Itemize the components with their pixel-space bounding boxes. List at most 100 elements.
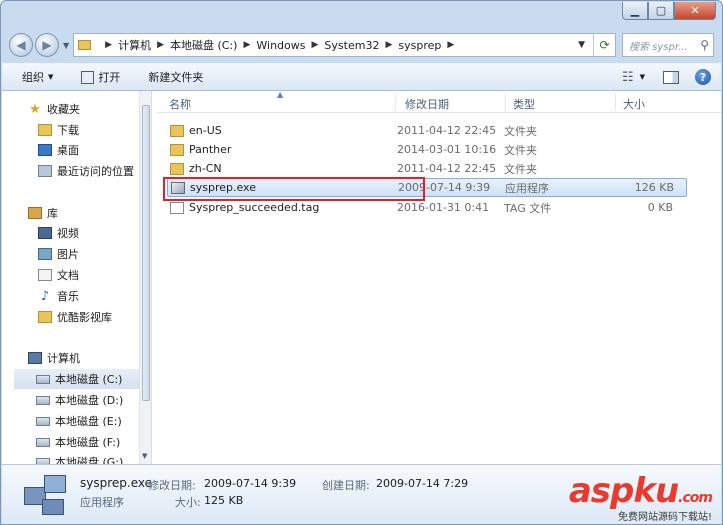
nav-item-desktop[interactable]: 桌面 (38, 140, 79, 160)
chevron-right-icon[interactable]: ▶ (447, 40, 454, 50)
nav-item-drive-d[interactable]: 本地磁盘 (D:) (36, 390, 123, 410)
help-icon[interactable]: ? (695, 69, 711, 85)
nav-label: 下载 (57, 124, 79, 137)
new-folder-button[interactable]: 新建文件夹 (148, 69, 203, 85)
hard-drive-icon (36, 374, 50, 384)
column-modified-header[interactable]: 修改日期 (405, 96, 449, 112)
music-icon: ♪ (40, 288, 50, 304)
nav-item-documents[interactable]: 文档 (38, 265, 79, 285)
preview-pane-icon[interactable] (663, 70, 679, 84)
nav-label: 库 (47, 207, 58, 220)
scrollbar-thumb[interactable] (142, 105, 150, 401)
column-type-header[interactable]: 类型 (513, 96, 535, 112)
breadcrumb-computer[interactable]: 计算机 (118, 37, 151, 53)
nav-label: 计算机 (47, 352, 80, 365)
address-dropdown-icon[interactable]: ▼ (570, 40, 593, 50)
nav-item-drive-e[interactable]: 本地磁盘 (E:) (36, 411, 122, 431)
chevron-right-icon[interactable]: ▶ (243, 40, 250, 50)
nav-label: 视频 (57, 227, 79, 240)
refresh-button[interactable]: ⟳ (593, 34, 615, 56)
search-input[interactable]: 搜索 syspr... ⚲ (622, 33, 714, 57)
file-modified: 2011-04-12 22:45 (397, 162, 497, 175)
nav-item-videos[interactable]: 视频 (38, 223, 79, 243)
folder-icon (78, 40, 92, 50)
video-icon (38, 227, 52, 239)
table-row[interactable]: en-US 2011-04-12 22:45 文件夹 (167, 121, 687, 140)
close-button[interactable]: ✕ (674, 2, 716, 20)
nav-libraries[interactable]: 库 (28, 203, 58, 223)
nav-item-drive-c[interactable]: 本地磁盘 (C:) (14, 369, 151, 389)
minimize-button[interactable]: ▁ (622, 2, 648, 20)
column-divider[interactable] (505, 93, 506, 111)
view-options-icon[interactable]: ☷ (622, 70, 634, 85)
chevron-right-icon[interactable]: ▶ (105, 40, 112, 50)
chevron-right-icon[interactable]: ▶ (157, 40, 164, 50)
details-created-value: 2009-07-14 7:29 (376, 477, 469, 490)
column-size-header[interactable]: 大小 (623, 96, 645, 112)
back-arrow-icon: ◀ (16, 38, 26, 52)
file-name: zh-CN (189, 162, 222, 175)
new-folder-label: 新建文件夹 (148, 71, 204, 84)
nav-item-pictures[interactable]: 图片 (38, 244, 79, 264)
forward-arrow-icon: ▶ (42, 38, 52, 52)
chevron-right-icon[interactable]: ▶ (312, 40, 319, 50)
folder-icon (170, 143, 184, 156)
nav-label: 收藏夹 (47, 103, 80, 116)
caption-buttons: ▁ ▢ ✕ (622, 2, 716, 20)
address-bar[interactable]: ▶ 计算机 ▶ 本地磁盘 (C:) ▶ Windows ▶ System32 ▶… (73, 33, 616, 57)
hard-drive-icon (36, 437, 50, 447)
organize-button[interactable]: 组织 ▼ (22, 69, 53, 85)
download-folder-icon (38, 124, 52, 136)
breadcrumb-windows[interactable]: Windows (256, 39, 305, 52)
scroll-down-icon[interactable]: ▼ (142, 452, 147, 460)
nav-label: 最近访问的位置 (57, 165, 134, 178)
chevron-right-icon[interactable]: ▶ (385, 40, 392, 50)
nav-favorites[interactable]: ★ 收藏夹 (28, 99, 80, 119)
nav-item-music[interactable]: ♪ 音乐 (38, 286, 79, 306)
breadcrumb-sysprep[interactable]: sysprep (398, 39, 441, 52)
picture-icon (38, 248, 52, 260)
file-size: 0 KB (647, 201, 673, 214)
file-modified: 2014-03-01 10:16 (397, 143, 497, 156)
chevron-down-icon: ▼ (48, 73, 54, 81)
table-row[interactable]: Panther 2014-03-01 10:16 文件夹 (167, 140, 687, 159)
folder-icon (170, 162, 184, 175)
main-area: ★ 收藏夹 下载 桌面 最近访问的位置 库 视频 图片 文档 ♪ 音乐 优酷影视… (2, 90, 721, 464)
file-type: 应用程序 (505, 181, 549, 195)
organize-label: 组织 (22, 71, 44, 84)
back-button[interactable]: ◀ (9, 33, 33, 57)
details-modified-label: 修改日期: (148, 479, 196, 492)
nav-item-youku[interactable]: 优酷影视库 (38, 307, 112, 327)
address-row: ◀ ▶ ▼ ▶ 计算机 ▶ 本地磁盘 (C:) ▶ Windows ▶ Syst… (9, 31, 714, 59)
nav-item-drive-g[interactable]: 本地磁盘 (G:) (36, 452, 123, 464)
table-row[interactable]: zh-CN 2011-04-12 22:45 文件夹 (167, 159, 687, 178)
breadcrumb-drive-c[interactable]: 本地磁盘 (C:) (170, 37, 237, 53)
navigation-scrollbar[interactable]: ▼ (139, 91, 151, 464)
chevron-down-icon[interactable]: ▼ (640, 73, 645, 81)
nav-item-downloads[interactable]: 下载 (38, 120, 79, 140)
recent-pages-dropdown[interactable]: ▼ (63, 41, 69, 50)
watermark-suffix: .com (678, 490, 713, 506)
forward-button[interactable]: ▶ (35, 33, 59, 57)
library-icon (28, 207, 42, 219)
details-modified-value: 2009-07-14 9:39 (204, 477, 297, 490)
open-button[interactable]: 打开 (81, 69, 120, 85)
nav-label: 本地磁盘 (F:) (55, 436, 121, 449)
nav-item-recent[interactable]: 最近访问的位置 (38, 161, 134, 181)
breadcrumb-system32[interactable]: System32 (324, 39, 379, 52)
column-name-header[interactable]: 名称 (169, 96, 191, 112)
file-type: 文件夹 (504, 124, 537, 138)
nav-computer[interactable]: 计算机 (28, 348, 80, 368)
column-divider[interactable] (615, 93, 616, 111)
search-icon[interactable]: ⚲ (700, 38, 709, 52)
watermark-brand: aspku (568, 471, 679, 511)
file-type: 文件夹 (504, 162, 537, 176)
details-size-label: 大小: (175, 496, 201, 509)
file-type: 文件夹 (504, 143, 537, 157)
maximize-button[interactable]: ▢ (648, 2, 674, 20)
nav-item-drive-f[interactable]: 本地磁盘 (F:) (36, 432, 120, 452)
file-name: Sysprep_succeeded.tag (189, 201, 320, 214)
column-divider[interactable] (395, 93, 396, 111)
file-modified: 2016-01-31 0:41 (397, 201, 490, 214)
refresh-icon: ⟳ (599, 38, 610, 52)
